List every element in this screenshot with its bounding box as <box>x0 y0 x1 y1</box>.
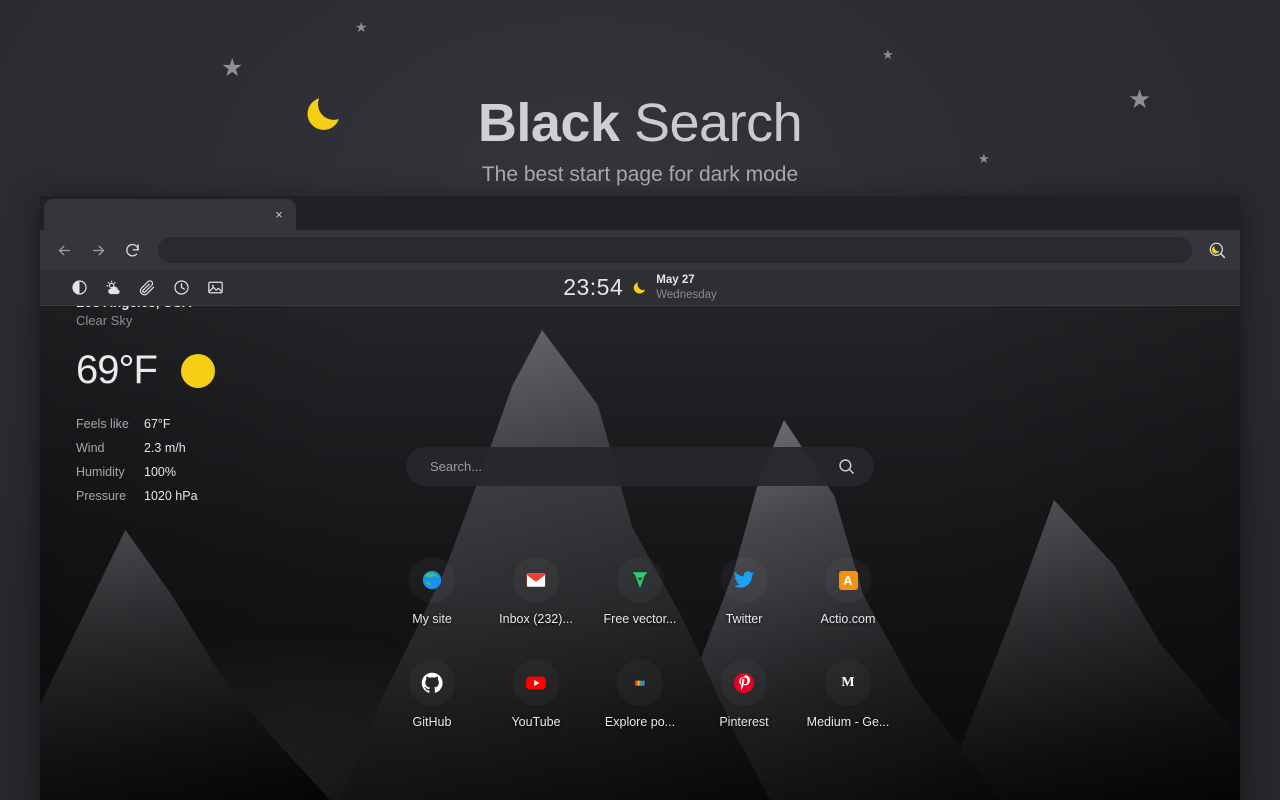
twitter-icon <box>733 571 755 588</box>
weather-stat-row: Pressure 1020 hPa <box>76 489 215 503</box>
shortcut-label: My site <box>412 612 452 626</box>
shortcut-my-site[interactable]: My site <box>380 557 484 626</box>
shortcut-youtube[interactable]: YouTube <box>484 660 588 729</box>
shortcut-label: Explore po... <box>604 715 676 729</box>
shortcut-tile[interactable] <box>409 660 455 706</box>
shortcut-label: Actio.com <box>820 612 876 626</box>
start-page: 23:54 May 27 Wednesday Los Angeles, USA … <box>40 270 1240 800</box>
shortcut-tile[interactable]: A <box>825 557 871 603</box>
page-title: Black Search <box>0 92 1280 154</box>
widget-toolbar: 23:54 May 27 Wednesday <box>40 270 1240 306</box>
image-icon[interactable] <box>207 279 224 296</box>
weather-condition: Clear Sky <box>76 313 133 328</box>
date-block: May 27 Wednesday <box>656 273 717 302</box>
weather-stat-label: Humidity <box>76 465 125 479</box>
shortcut-label: Free vector... <box>603 612 677 626</box>
weather-icon[interactable] <box>105 279 122 296</box>
paperclip-icon[interactable] <box>139 279 156 296</box>
shortcut-tile[interactable] <box>513 557 559 603</box>
shortcut-tile[interactable] <box>617 557 663 603</box>
weather-stat-value: 67°F <box>144 417 171 431</box>
shortcut-inbox-232[interactable]: Inbox (232)... <box>484 557 588 626</box>
weather-stat-row: Feels like 67°F <box>76 417 215 431</box>
gmail-icon <box>526 573 546 587</box>
search-input[interactable]: Search... <box>406 447 874 486</box>
globe-icon <box>422 570 442 590</box>
weather-temperature: 69°F <box>76 348 158 392</box>
omnibox-toolbar <box>40 230 1240 270</box>
weather-stat-label: Wind <box>76 441 105 455</box>
shortcut-label: Inbox (232)... <box>499 612 573 626</box>
shortcut-label: Twitter <box>725 612 763 626</box>
arrow-left-icon[interactable] <box>50 236 78 264</box>
reload-icon[interactable] <box>118 236 146 264</box>
shortcut-free-vector[interactable]: Free vector... <box>588 557 692 626</box>
mountain-shape <box>940 500 1240 800</box>
shortcut-tile[interactable] <box>721 660 767 706</box>
browser-tab[interactable]: × <box>44 199 296 230</box>
shortcut-twitter[interactable]: Twitter <box>692 557 796 626</box>
medium-icon: M <box>841 675 855 690</box>
close-icon[interactable]: × <box>270 206 288 224</box>
sun-icon <box>180 353 215 388</box>
shortcut-tile[interactable] <box>617 660 663 706</box>
shortcut-actio-com[interactable]: A Actio.com <box>796 557 900 626</box>
weather-widget[interactable]: Los Angeles, USA Clear Sky 69°F Feels li… <box>76 295 215 513</box>
address-bar[interactable] <box>158 237 1192 263</box>
browser-window: × 23:54 May 27 Wednesday Clear Sky 69°F … <box>40 196 1240 800</box>
shortcut-label: Pinterest <box>719 715 769 729</box>
clock-date: May 27 <box>656 274 695 287</box>
arrow-right-icon[interactable] <box>84 236 112 264</box>
pinterest-icon <box>733 672 755 694</box>
star-icon: ★ <box>882 47 894 62</box>
clock-icon[interactable] <box>173 279 190 296</box>
contrast-icon[interactable] <box>71 279 88 296</box>
youtube-icon <box>526 676 546 690</box>
shortcut-github[interactable]: GitHub <box>380 660 484 729</box>
tab-strip: × <box>40 196 1240 230</box>
mountain-shape <box>40 530 330 800</box>
shortcut-pinterest[interactable]: Pinterest <box>692 660 796 729</box>
star-icon: ★ <box>355 19 368 35</box>
weather-stat-row: Humidity 100% <box>76 465 215 479</box>
page-title-bold: Black <box>477 93 620 153</box>
shortcut-label: Medium - Ge... <box>806 715 890 729</box>
github-icon <box>421 672 443 693</box>
search-placeholder: Search... <box>430 459 483 474</box>
black-search-extension-icon[interactable] <box>1204 237 1230 263</box>
shortcut-explore-po[interactable]: Explore po... <box>588 660 692 729</box>
clock-time: 23:54 <box>563 274 624 300</box>
weather-current: 69°F <box>76 348 215 393</box>
moon-icon <box>633 282 646 294</box>
clock-widget[interactable]: 23:54 May 27 Wednesday <box>563 273 717 302</box>
playstore-icon <box>633 675 647 693</box>
weather-stat-value: 2.3 m/h <box>144 441 186 455</box>
search-icon[interactable] <box>837 457 856 476</box>
weather-stat-row: Wind 2.3 m/h <box>76 441 215 455</box>
shortcut-tile[interactable]: M <box>825 660 871 706</box>
clock-weekday: Wednesday <box>656 288 717 301</box>
freepik-icon <box>632 572 648 589</box>
shortcut-medium-ge[interactable]: M Medium - Ge... <box>796 660 900 730</box>
weather-stat-value: 100% <box>144 465 176 479</box>
actio-icon: A <box>838 570 858 590</box>
weather-stat-label: Feels like <box>76 417 129 431</box>
widget-icon-group <box>40 279 224 296</box>
weather-stat-label: Pressure <box>76 489 127 503</box>
shortcut-label: YouTube <box>511 715 561 729</box>
shortcut-tile[interactable] <box>721 557 767 603</box>
page-title-light: Search <box>634 93 803 153</box>
weather-stats: Feels like 67°F Wind 2.3 m/h Humidity 100% Pre… <box>76 417 215 503</box>
page-subtitle: The best start page for dark mode <box>481 163 799 186</box>
shortcut-grid: My site Inbox (232)... Free vector... Twitt… <box>380 557 900 729</box>
shortcut-label: GitHub <box>412 715 452 729</box>
weather-stat-value: 1020 hPa <box>144 489 198 503</box>
shortcut-tile[interactable] <box>513 660 559 706</box>
shortcut-tile[interactable] <box>409 557 455 603</box>
star-icon: ★ <box>221 54 244 82</box>
